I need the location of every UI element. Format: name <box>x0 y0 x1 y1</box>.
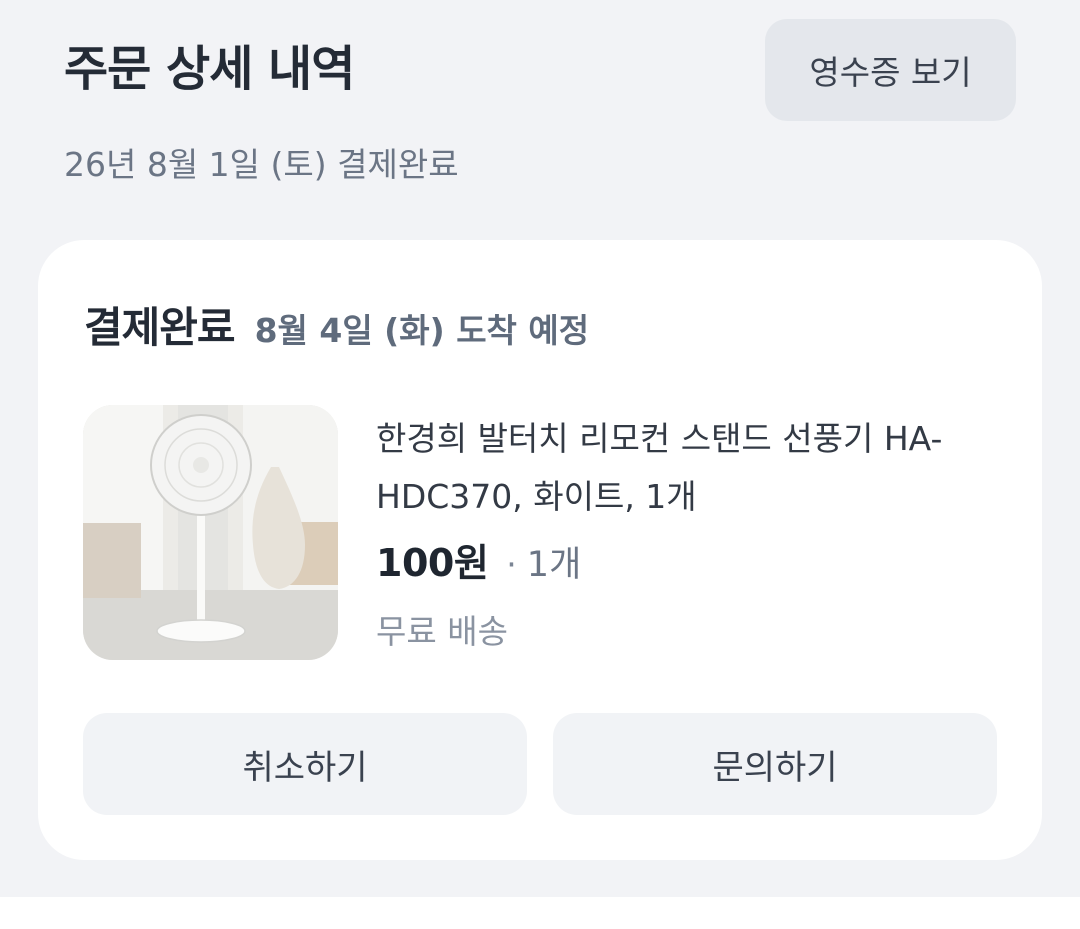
view-receipt-button[interactable]: 영수증 보기 <box>765 19 1016 121</box>
order-date: 26년 8월 1일 (토) 결제완료 <box>64 145 459 184</box>
price-row: 100원 · 1개 <box>376 532 1016 587</box>
status-row: 결제완료 8월 4일 (화) 도착 예정 <box>84 294 589 355</box>
order-detail-page: 주문 상세 내역 영수증 보기 26년 8월 1일 (토) 결제완료 결제완료 … <box>0 0 1080 897</box>
page-title: 주문 상세 내역 <box>64 41 355 97</box>
order-status: 결제완료 <box>84 303 236 352</box>
product-price: 100원 <box>376 541 489 585</box>
product-thumbnail[interactable] <box>83 405 338 660</box>
shipping-info: 무료 배송 <box>376 612 508 651</box>
arrival-estimate: 8월 4일 (화) 도착 예정 <box>254 311 590 350</box>
product-name[interactable]: 한경희 발터치 리모컨 스탠드 선풍기 HA-HDC370, 화이트, 1개 <box>376 410 1016 526</box>
order-card: 결제완료 8월 4일 (화) 도착 예정 한경희 발터치 리모컨 스탠드 선풍기… <box>38 240 1042 860</box>
product-info: 한경희 발터치 리모컨 스탠드 선풍기 HA-HDC370, 화이트, 1개 1… <box>376 410 1016 653</box>
stand-fan-image <box>83 405 338 660</box>
cancel-order-button[interactable]: 취소하기 <box>83 713 527 815</box>
separator-dot: · <box>506 545 517 584</box>
product-quantity: 1개 <box>526 545 582 585</box>
inquiry-button[interactable]: 문의하기 <box>553 713 997 815</box>
